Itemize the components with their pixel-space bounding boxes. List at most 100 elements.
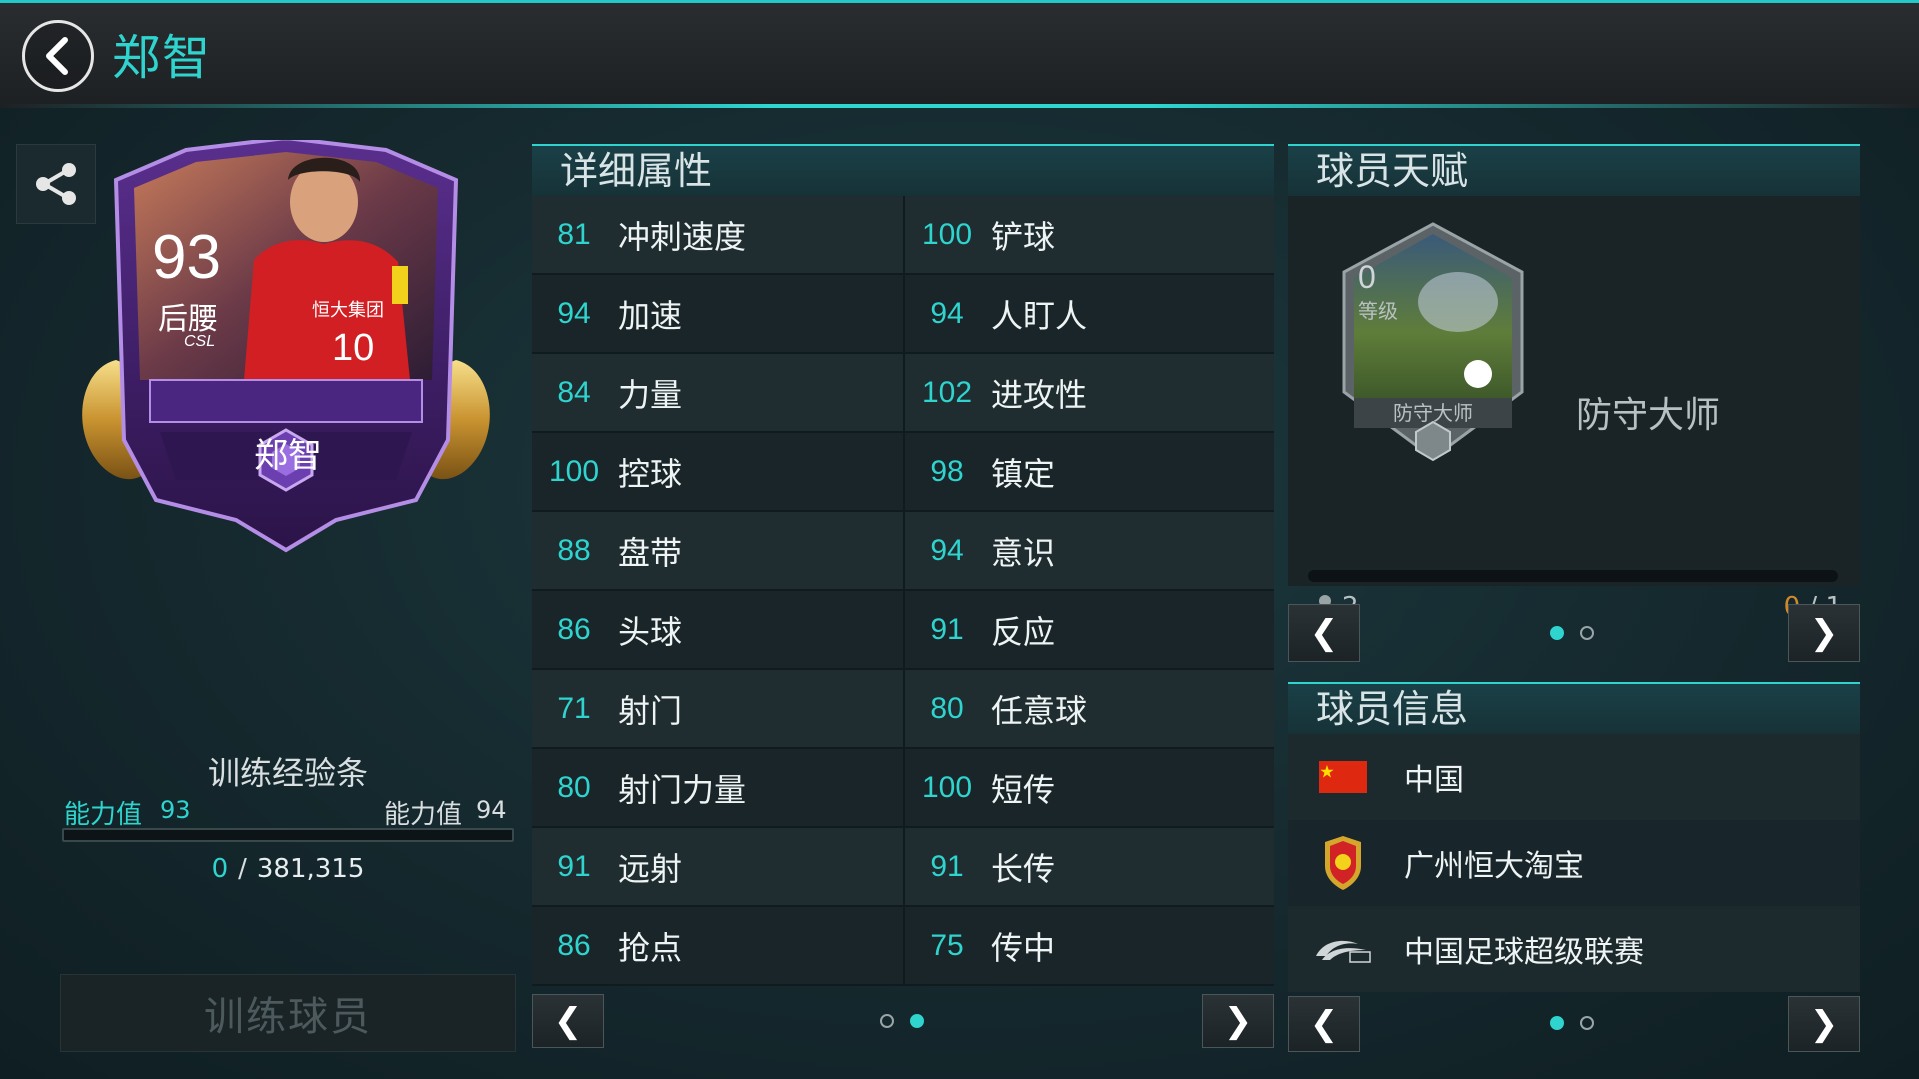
info-club: 广州恒大淘宝 — [1404, 849, 1584, 884]
attribute-name: 镇定 — [991, 454, 1056, 493]
talent-prev-button[interactable]: ❮ — [1288, 604, 1360, 662]
attribute-name: 头球 — [618, 612, 683, 651]
attribute-name: 射门力量 — [618, 770, 747, 809]
card-position: 后腰 — [158, 302, 218, 337]
attribute-name: 射门 — [618, 691, 683, 730]
attribute-cell: 100 短传 — [903, 749, 1274, 828]
attribute-value: 71 — [557, 691, 591, 725]
shirt-number: 10 — [332, 327, 374, 369]
attribute-value: 91 — [930, 849, 964, 883]
attribute-cell: 91 远射 — [532, 828, 903, 907]
player-card[interactable]: CSL 恒大集团 10 — [76, 140, 496, 580]
club-crest-icon — [1288, 836, 1398, 890]
attribute-name: 冲刺速度 — [618, 217, 747, 256]
share-icon — [36, 163, 76, 205]
talent-badge-level: 0 — [1358, 259, 1376, 295]
csl-logo-icon — [1288, 934, 1398, 964]
training-exp-progress: 0 / 381,315 — [150, 854, 426, 884]
info-pager: ❮ ❯ — [1288, 992, 1860, 1054]
attribute-value: 86 — [557, 928, 591, 962]
attribute-cell: 94 加速 — [532, 275, 903, 354]
attributes-panel: 详细属性 81 冲刺速度 100 铲球 94 加速 94 人盯人 84 力量 102 进攻性 100 控球… — [532, 144, 1274, 1056]
attribute-value: 94 — [557, 296, 591, 330]
talent-page-dots — [1550, 626, 1594, 640]
attribute-value: 94 — [930, 296, 964, 330]
attribute-cell: 91 长传 — [903, 828, 1274, 907]
attribute-cell: 80 射门力量 — [532, 749, 903, 828]
exp-current: 0 — [211, 854, 229, 884]
page-dot-1[interactable] — [880, 1014, 894, 1028]
attribute-value: 98 — [930, 454, 964, 488]
attribute-name: 任意球 — [991, 691, 1088, 730]
attributes-title: 详细属性 — [532, 144, 1274, 196]
attribute-name: 远射 — [618, 849, 683, 888]
info-row-club[interactable]: 广州恒大淘宝 — [1288, 820, 1860, 906]
exp-left-label: 能力值 — [64, 800, 143, 830]
page-title: 郑智 — [112, 30, 213, 86]
attribute-value: 91 — [557, 849, 591, 883]
talent-badge-label: 防守大师 — [1393, 401, 1473, 425]
attribute-cell: 98 镇定 — [903, 433, 1274, 512]
attribute-value: 86 — [557, 612, 591, 646]
attribute-cell: 94 人盯人 — [903, 275, 1274, 354]
talent-badge-level-label: 等级 — [1358, 299, 1398, 323]
info-prev-button[interactable]: ❮ — [1288, 996, 1360, 1052]
attribute-cell: 81 冲刺速度 — [532, 196, 903, 275]
attribute-value: 80 — [930, 691, 964, 725]
attributes-page-dots — [880, 1014, 924, 1028]
attribute-name: 进攻性 — [991, 375, 1088, 414]
exp-right-value: 94 — [476, 796, 507, 824]
attribute-value: 91 — [930, 612, 964, 646]
info-row-league[interactable]: 中国足球超级联赛 — [1288, 906, 1860, 992]
training-exp-bar — [62, 828, 514, 842]
attribute-value: 80 — [557, 770, 591, 804]
attribute-name: 反应 — [991, 612, 1056, 651]
attribute-value: 100 — [548, 454, 600, 488]
attribute-cell: 75 传中 — [903, 907, 1274, 986]
attributes-pager: ❮ ❯ — [532, 986, 1274, 1056]
back-button[interactable] — [22, 20, 94, 92]
attribute-cell: 100 控球 — [532, 433, 903, 512]
page-dot-2[interactable] — [1580, 626, 1594, 640]
info-next-button[interactable]: ❯ — [1788, 996, 1860, 1052]
info-nationality: 中国 — [1404, 763, 1464, 798]
exp-right-label: 能力值 — [384, 800, 463, 830]
talent-pager: ❮ ❯ — [1288, 586, 1860, 664]
page-dot-1[interactable] — [1550, 626, 1564, 640]
attribute-value: 81 — [557, 217, 591, 251]
attribute-value: 75 — [930, 928, 964, 962]
attribute-name: 力量 — [618, 375, 683, 414]
page-dot-2[interactable] — [1580, 1016, 1594, 1030]
talent-name: 防守大师 — [1576, 395, 1721, 436]
shirt-sponsor: 恒大集团 — [312, 300, 384, 321]
china-flag-icon — [1288, 761, 1398, 793]
attribute-name: 短传 — [991, 770, 1056, 809]
train-player-button[interactable]: 训练球员 — [60, 974, 516, 1052]
attribute-name: 铲球 — [991, 217, 1056, 256]
exp-left-value: 93 — [160, 796, 191, 824]
attribute-value: 84 — [557, 375, 591, 409]
attributes-prev-button[interactable]: ❮ — [532, 994, 604, 1048]
attribute-cell: 91 反应 — [903, 591, 1274, 670]
info-page-dots — [1550, 1016, 1594, 1030]
attribute-cell: 88 盘带 — [532, 512, 903, 591]
talent-next-button[interactable]: ❯ — [1788, 604, 1860, 662]
talent-badge[interactable]: 0 等级 防守大师 — [1338, 222, 1528, 462]
attribute-name: 抢点 — [618, 928, 683, 967]
page-dot-2[interactable] — [910, 1014, 924, 1028]
attribute-cell: 71 射门 — [532, 670, 903, 749]
attribute-cell: 102 进攻性 — [903, 354, 1274, 433]
attribute-cell: 100 铲球 — [903, 196, 1274, 275]
attribute-name: 控球 — [618, 454, 683, 493]
top-bar — [0, 0, 1919, 108]
page-dot-1[interactable] — [1550, 1016, 1564, 1030]
attribute-cell: 86 头球 — [532, 591, 903, 670]
attribute-name: 长传 — [991, 849, 1056, 888]
exp-separator: / — [238, 854, 247, 884]
attribute-value: 102 — [921, 375, 973, 409]
attributes-grid: 81 冲刺速度 100 铲球 94 加速 94 人盯人 84 力量 102 进攻性 100 控球 98 镇定 8… — [532, 196, 1274, 986]
card-player-name: 郑智 — [254, 436, 322, 476]
chevron-left-icon — [46, 37, 68, 75]
info-row-nationality[interactable]: 中国 — [1288, 734, 1860, 820]
attributes-next-button[interactable]: ❯ — [1202, 994, 1274, 1048]
